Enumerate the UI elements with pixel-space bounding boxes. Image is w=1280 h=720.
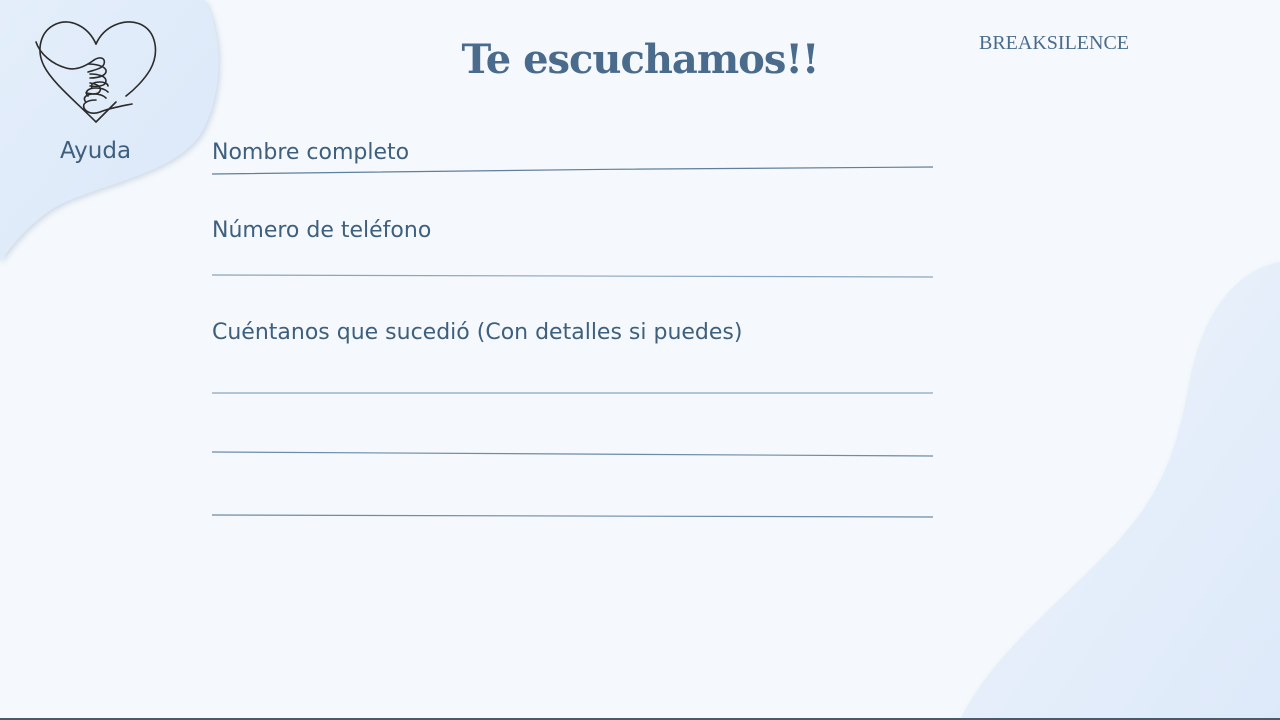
- bottom-right-wave: [960, 262, 1280, 720]
- help-link[interactable]: Ayuda: [60, 138, 131, 164]
- story-label: Cuéntanos que sucedió (Con detalles si p…: [212, 320, 743, 345]
- story-input-line-2[interactable]: [212, 418, 933, 452]
- phone-input[interactable]: [212, 244, 933, 278]
- story-input-line-3[interactable]: [212, 481, 933, 515]
- brand-name: BREAKSILENCE: [979, 32, 1129, 54]
- story-input-line-1[interactable]: [212, 358, 933, 392]
- phone-label: Número de teléfono: [212, 218, 432, 243]
